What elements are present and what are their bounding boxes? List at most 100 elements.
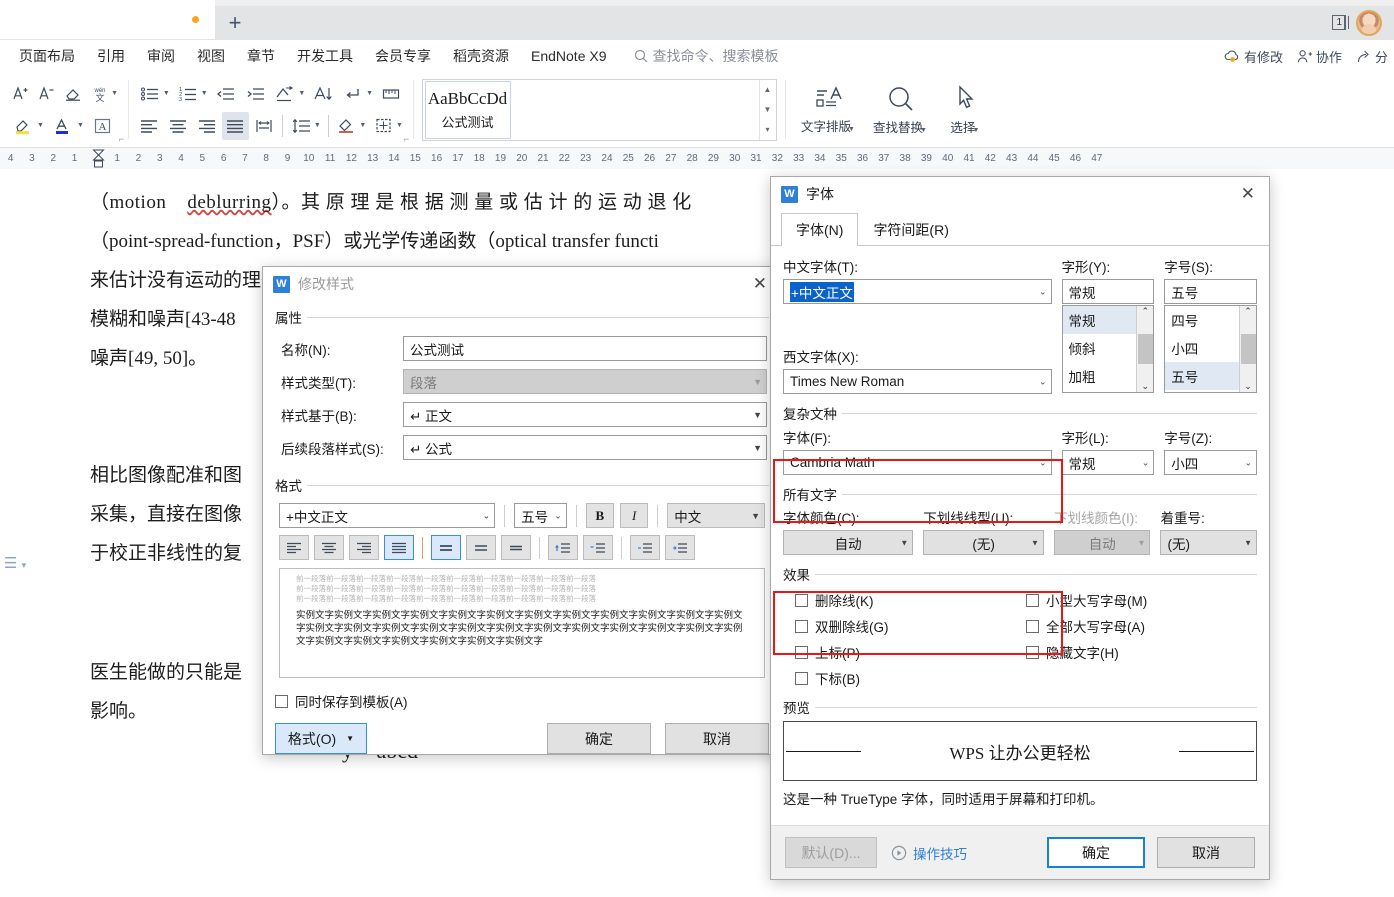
spacing-tight-button[interactable] xyxy=(501,535,531,560)
scroll-down-icon[interactable]: ⌄ xyxy=(1141,381,1149,392)
scroll-up-icon[interactable]: ▲ xyxy=(764,85,772,94)
scroll-up-icon[interactable]: ⌃ xyxy=(1141,306,1149,317)
styles-gallery[interactable]: AaBbCcDd 公式测试 ▲ ▼ ▾ xyxy=(421,78,777,141)
horizontal-ruler[interactable]: 4321 1 2 3 4 5 6 7 8 9 10 11 12 13 14 15 16 17 18 19 20 21 22… xyxy=(0,148,1394,170)
select-button[interactable]: 选择▼ xyxy=(937,77,995,143)
line-spacing-caret-icon[interactable]: ▼ xyxy=(314,122,321,129)
effect-small-caps-checkbox[interactable] xyxy=(1026,593,1039,607)
styles-scrollbar[interactable]: ▲ ▼ ▾ xyxy=(758,79,776,140)
marks-caret-icon[interactable]: ▼ xyxy=(366,90,373,97)
font-size-listbox[interactable]: 四号 小四 五号 ⌃ ⌄ xyxy=(1164,305,1257,393)
effect-superscript-checkbox[interactable] xyxy=(795,645,808,659)
pinyin-guide-icon[interactable]: wén 文 xyxy=(88,80,113,108)
effect-all-caps-row[interactable]: 全部大写字母(A) xyxy=(1026,613,1257,639)
modify-style-dialog[interactable]: W 修改样式 ✕ 属性 名称(N): 公式测试 样式类型(T): 段落 ▼ 样式… xyxy=(262,266,782,755)
decrease-indent-button[interactable] xyxy=(630,535,660,560)
shading-icon[interactable] xyxy=(334,112,361,140)
style-card-formula-test[interactable]: AaBbCcDd 公式测试 xyxy=(424,80,511,139)
effect-strikethrough-checkbox[interactable] xyxy=(795,593,808,607)
indent-markers-icon[interactable] xyxy=(92,149,105,168)
numbered-list-icon[interactable]: 123 xyxy=(174,80,202,108)
cloud-status-button[interactable]: 有修改 xyxy=(1224,47,1283,66)
highlight-caret-icon[interactable]: ▼ xyxy=(37,122,44,129)
text-layout-button[interactable]: 文字排版▼ xyxy=(793,77,865,143)
style-based-on-select[interactable]: ↵ 正文 xyxy=(403,402,767,427)
cancel-button[interactable]: 取消 xyxy=(665,723,769,754)
effect-all-caps-checkbox[interactable] xyxy=(1026,619,1039,633)
character-border-icon[interactable]: A xyxy=(88,112,118,140)
close-icon[interactable]: ✕ xyxy=(1235,184,1261,204)
scroll-down-icon[interactable]: ▼ xyxy=(764,105,772,114)
complex-style-select[interactable]: 常规 xyxy=(1061,450,1155,475)
western-font-input[interactable]: Times New Roman xyxy=(783,369,1052,394)
scroll-down-icon[interactable]: ⌄ xyxy=(1244,381,1252,392)
clear-format-icon[interactable] xyxy=(61,80,86,108)
effect-double-strikethrough-checkbox[interactable] xyxy=(795,619,808,633)
font-color-select[interactable]: 自动 xyxy=(783,530,914,555)
ok-button[interactable]: 确定 xyxy=(1047,837,1145,868)
next-style-select[interactable]: ↵ 公式 xyxy=(403,435,767,460)
borders-icon[interactable] xyxy=(370,112,397,140)
chevron-down-icon[interactable]: ⌄ xyxy=(554,510,562,521)
chinese-font-input[interactable]: +中文正文 xyxy=(783,279,1052,304)
pinyin-caret-icon[interactable]: ▼ xyxy=(111,90,118,97)
font-color-caret-icon[interactable]: ▼ xyxy=(77,122,84,129)
format-menu-button[interactable]: 格式(O) ▼ xyxy=(275,723,367,754)
font-color-icon[interactable] xyxy=(48,112,78,140)
chevron-down-icon[interactable]: ▼ xyxy=(1031,538,1039,547)
effect-subscript-row[interactable]: 下标(B) xyxy=(795,665,1026,691)
show-formatting-marks-icon[interactable] xyxy=(339,80,367,108)
select-caret-icon[interactable]: ▼ xyxy=(972,127,979,134)
default-button[interactable]: 默认(D)... xyxy=(785,837,877,868)
search-input[interactable]: 查找命令、搜索模板 xyxy=(634,46,779,66)
find-replace-button[interactable]: 查找替换▼ xyxy=(865,77,937,143)
menu-item-section[interactable]: 章节 xyxy=(236,42,286,70)
complex-size-select[interactable]: 小四 xyxy=(1164,450,1257,475)
style-area-marker[interactable]: ☰ ▾ xyxy=(4,554,26,572)
font-dialog-launcher[interactable]: ⌐ xyxy=(119,134,124,144)
more-styles-icon[interactable]: ▾ xyxy=(765,125,769,134)
format-font-select[interactable]: +中文正文 xyxy=(279,503,496,528)
align-left-button[interactable] xyxy=(279,535,309,560)
chevron-down-icon[interactable]: ⌄ xyxy=(1039,457,1047,468)
highlight-color-icon[interactable] xyxy=(8,112,38,140)
italic-button[interactable]: I xyxy=(619,503,649,528)
font-dialog[interactable]: W 字体 ✕ 字体(N) 字符间距(R) 中文字体(T): +中文正文 ⌄ 西文… xyxy=(770,176,1270,880)
effect-strikethrough-row[interactable]: 删除线(K) xyxy=(795,587,1026,613)
chevron-down-icon[interactable]: ▼ xyxy=(1244,538,1252,547)
save-to-template-row[interactable]: 同时保存到模板(A) xyxy=(275,688,769,714)
tab-character-spacing[interactable]: 字符间距(R) xyxy=(858,213,963,246)
align-center-icon[interactable] xyxy=(165,112,192,140)
align-justify-button[interactable] xyxy=(384,535,414,560)
chevron-down-icon[interactable]: ▼ xyxy=(753,410,762,420)
tab-font[interactable]: 字体(N) xyxy=(781,213,859,246)
chevron-down-icon[interactable]: ⌄ xyxy=(1039,286,1047,297)
emphasis-mark-select[interactable]: (无) xyxy=(1160,530,1257,555)
avatar[interactable] xyxy=(1356,9,1382,36)
text-layout-caret-icon[interactable]: ▼ xyxy=(848,126,855,133)
chevron-down-icon[interactable]: ⌄ xyxy=(1039,376,1047,387)
chevron-down-icon[interactable]: ⌄ xyxy=(1142,457,1150,468)
menu-item-member[interactable]: 会员专享 xyxy=(364,42,442,70)
align-right-icon[interactable] xyxy=(193,112,220,140)
increase-indent-button[interactable] xyxy=(665,535,695,560)
menu-item-developer[interactable]: 开发工具 xyxy=(286,42,364,70)
align-right-button[interactable] xyxy=(349,535,379,560)
modify-style-titlebar[interactable]: W 修改样式 ✕ xyxy=(263,267,781,301)
font-dialog-titlebar[interactable]: W 字体 ✕ xyxy=(771,177,1269,211)
find-replace-caret-icon[interactable]: ▼ xyxy=(920,127,927,134)
increase-line-spacing-button[interactable] xyxy=(548,535,578,560)
decrease-indent-icon[interactable] xyxy=(212,80,240,108)
chevron-down-icon[interactable]: ▼ xyxy=(900,538,908,547)
ok-button[interactable]: 确定 xyxy=(547,723,651,754)
line-numbers-icon[interactable] xyxy=(377,80,405,108)
paragraph-dialog-launcher[interactable]: ⌐ xyxy=(404,134,409,144)
chevron-down-icon[interactable]: ⌄ xyxy=(483,510,491,521)
save-to-template-checkbox[interactable] xyxy=(275,694,288,708)
align-center-button[interactable] xyxy=(314,535,344,560)
effect-hidden-text-checkbox[interactable] xyxy=(1026,645,1039,659)
menu-item-review[interactable]: 审阅 xyxy=(136,42,186,70)
scroll-up-icon[interactable]: ⌃ xyxy=(1244,306,1252,317)
chevron-down-icon[interactable]: ▼ xyxy=(753,443,762,453)
bold-button[interactable]: B xyxy=(585,503,614,528)
